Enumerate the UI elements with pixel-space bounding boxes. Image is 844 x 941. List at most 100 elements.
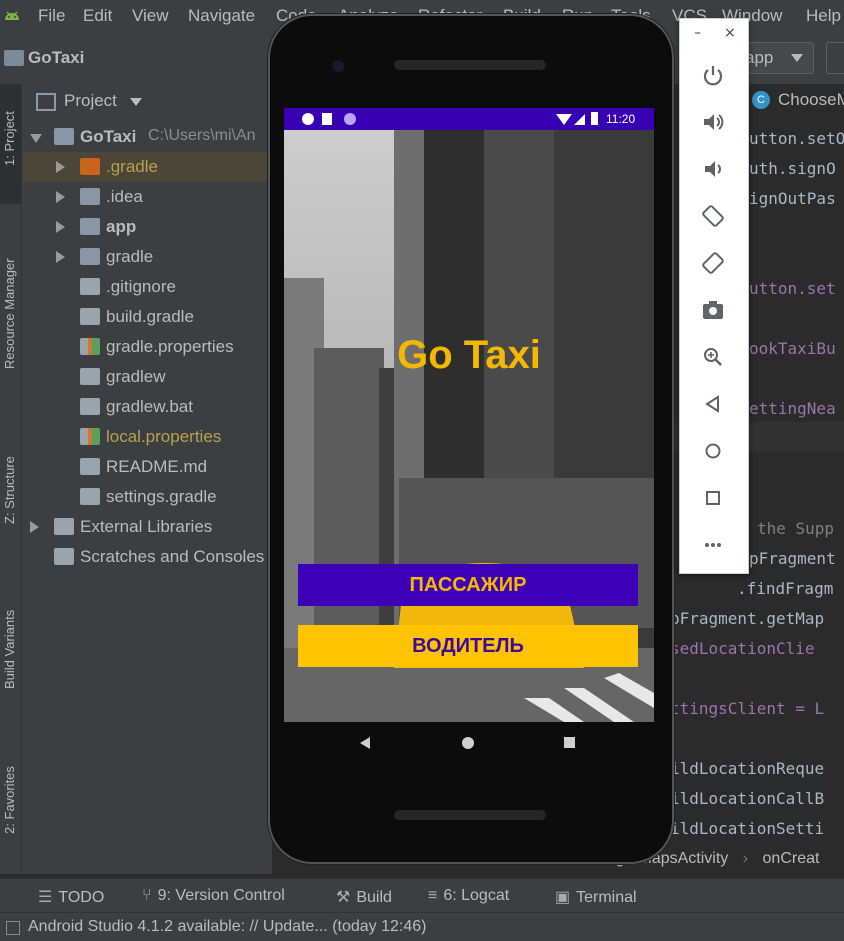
tree-item[interactable]: gradle.properties (22, 332, 272, 362)
file-icon (80, 278, 100, 295)
rotate-right-icon[interactable] (700, 250, 726, 276)
notification-dot-icon (344, 113, 356, 125)
properties-file-icon (80, 338, 100, 355)
tab-build-variants[interactable]: Build Variants (0, 589, 21, 709)
project-view-selector[interactable]: Project (64, 91, 117, 111)
tab-version-control-label: 9: Version Control (157, 887, 285, 904)
rotate-left-icon[interactable] (700, 203, 726, 229)
menu-help[interactable]: Help (806, 6, 841, 26)
tab-project[interactable]: 1: Project (0, 84, 21, 204)
tab-logcat-label: 6: Logcat (443, 887, 510, 904)
project-panel: Project GoTaxi C:\Users\mi\An .gradle .idea… (22, 84, 272, 874)
tree-item[interactable]: README.md (22, 452, 272, 482)
tab-version-control[interactable]: ⑂ 9: Version Control (142, 887, 285, 905)
terminal-icon: ▣ (555, 889, 571, 906)
zoom-icon[interactable] (700, 344, 726, 370)
passenger-button[interactable]: ПАССАЖИР (298, 564, 638, 606)
folder-orange-icon (80, 158, 100, 175)
tab-favorites-label: 2: Favorites (2, 766, 17, 834)
menu-edit[interactable]: Edit (83, 6, 112, 26)
back-icon[interactable] (700, 391, 726, 417)
home-icon[interactable] (700, 438, 726, 464)
expand-arrow-icon[interactable] (56, 161, 65, 173)
device-screen[interactable]: 11:20 Go Taxi ПАССАЖИР ВОДИТЕЛЬ (284, 108, 654, 722)
tree-item-label: gradlew (106, 367, 166, 386)
tree-item[interactable]: build.gradle (22, 302, 272, 332)
code-line: utton.set (749, 279, 836, 298)
tree-item-label: gradle.properties (106, 337, 234, 356)
tab-project-label: 1: Project (2, 111, 17, 166)
overview-icon[interactable] (700, 485, 726, 511)
volume-down-icon[interactable] (700, 156, 726, 182)
minimize-icon[interactable]: – (694, 25, 701, 41)
chevron-down-icon[interactable] (130, 98, 142, 106)
tab-resource-manager[interactable]: Resource Manager (0, 234, 21, 374)
volume-up-icon[interactable] (700, 109, 726, 135)
nav-overview-icon[interactable] (564, 737, 575, 748)
libraries-icon (54, 518, 74, 535)
close-icon[interactable]: × (724, 25, 736, 41)
tree-item[interactable]: gradlew.bat (22, 392, 272, 422)
toolbar-button[interactable] (826, 42, 844, 74)
expand-arrow-icon[interactable] (56, 221, 65, 233)
nav-back-icon[interactable] (360, 737, 370, 749)
code-line: ettingNea (749, 399, 836, 418)
menu-navigate[interactable]: Navigate (188, 6, 255, 26)
notification-toggle-icon[interactable] (6, 921, 20, 935)
editor-tab[interactable]: C ChooseM (742, 86, 844, 116)
shell-script-icon (80, 368, 100, 385)
tree-item-path: C:\Users\mi\An (148, 127, 256, 144)
status-message[interactable]: Android Studio 4.1.2 available: // Updat… (28, 918, 426, 936)
tree-item[interactable]: GoTaxi C:\Users\mi\An (22, 122, 272, 152)
project-panel-header: Project (22, 84, 272, 118)
expand-arrow-icon[interactable] (56, 191, 65, 203)
class-icon: C (752, 91, 770, 109)
expand-arrow-icon[interactable] (30, 521, 39, 533)
tab-logcat[interactable]: ≡ 6: Logcat (428, 887, 509, 905)
tree-item[interactable]: local.properties (22, 422, 272, 452)
menu-view[interactable]: View (132, 6, 169, 26)
breadcrumb-method[interactable]: onCreat (763, 850, 820, 867)
gradle-elephant-icon (80, 308, 100, 325)
menu-file[interactable]: File (38, 6, 65, 26)
code-line: pFragment (749, 549, 836, 568)
more-icon[interactable] (700, 532, 726, 558)
expanded-arrow-icon[interactable] (30, 134, 42, 143)
expand-arrow-icon[interactable] (56, 251, 65, 263)
tree-item-label: gradle (106, 247, 154, 266)
tree-item[interactable]: .idea (22, 182, 272, 212)
hammer-icon: ⚒ (336, 889, 351, 906)
tab-build[interactable]: ⚒ Build (336, 887, 392, 907)
wifi-icon (556, 114, 572, 125)
gradle-elephant-icon (80, 488, 100, 505)
chevron-down-icon (791, 54, 803, 62)
project-name[interactable]: GoTaxi (28, 48, 84, 68)
tree-item[interactable]: .gradle (22, 152, 272, 182)
tree-item[interactable]: app (22, 212, 272, 242)
tree-item[interactable]: settings.gradle (22, 482, 272, 512)
tab-favorites[interactable]: 2: Favorites (0, 749, 21, 859)
tree-item-label: app (106, 217, 137, 236)
tab-todo[interactable]: ☰ TODO (38, 887, 104, 907)
camera-icon[interactable] (700, 297, 726, 323)
tree-item[interactable]: gradle (22, 242, 272, 272)
tree-item[interactable]: gradlew (22, 362, 272, 392)
tab-terminal[interactable]: ▣ Terminal (555, 887, 637, 907)
nav-home-icon[interactable] (462, 737, 474, 749)
app-module-icon (80, 218, 100, 235)
code-line: ignOutPas (749, 189, 836, 208)
markdown-file-icon (80, 458, 100, 475)
tree-item-label: .gradle (106, 157, 158, 176)
tree-item-label: .idea (106, 187, 143, 206)
android-status-bar: 11:20 (284, 108, 654, 130)
app-title: Go Taxi (397, 333, 541, 377)
tree-item[interactable]: Scratches and Consoles (22, 542, 272, 572)
driver-button[interactable]: ВОДИТЕЛЬ (298, 625, 638, 667)
code-line: .findFragm (737, 579, 834, 598)
tab-structure[interactable]: Z: Structure (0, 434, 21, 544)
tree-item[interactable]: .gitignore (22, 272, 272, 302)
power-icon[interactable] (700, 63, 726, 89)
folder-icon (80, 248, 100, 265)
tab-todo-label: TODO (58, 889, 105, 906)
tree-item[interactable]: External Libraries (22, 512, 272, 542)
